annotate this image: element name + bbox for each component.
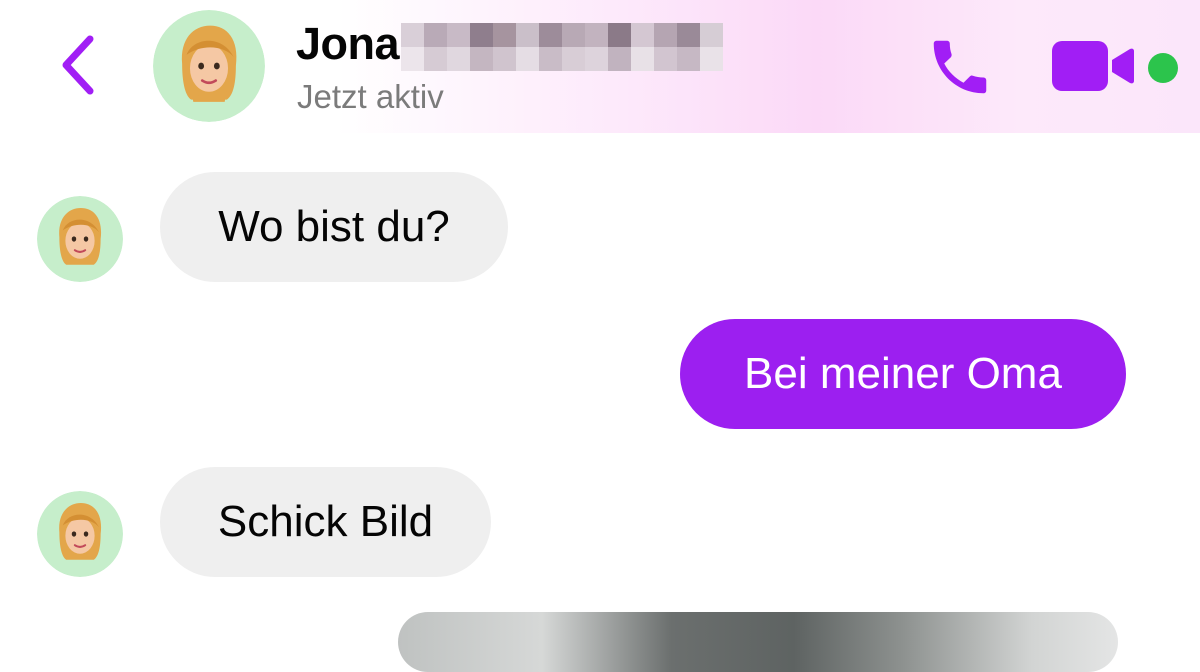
incoming-message-bubble[interactable]: Schick Bild [160, 467, 491, 577]
back-button[interactable] [50, 30, 106, 100]
outgoing-photo-message[interactable] [398, 612, 1118, 672]
video-camera-icon [1052, 41, 1134, 91]
incoming-message-bubble[interactable]: Wo bist du? [160, 172, 508, 282]
chevron-left-icon [62, 35, 94, 95]
contact-avatar[interactable] [153, 10, 265, 122]
memoji-avatar-icon [153, 10, 265, 122]
contact-name: Jona [296, 18, 400, 69]
presence-status: Jetzt aktiv [297, 78, 444, 115]
video-call-button[interactable] [1050, 38, 1136, 94]
phone-icon [933, 40, 987, 94]
contact-name-row[interactable]: Jona [296, 18, 724, 71]
memoji-avatar-icon [37, 491, 123, 577]
name-redaction-blur [401, 23, 724, 71]
voice-call-button[interactable] [924, 32, 996, 102]
chat-header: Jona Jetzt aktiv [0, 0, 1200, 133]
outgoing-message-bubble[interactable]: Bei meiner Oma [680, 319, 1126, 429]
online-indicator [1148, 53, 1178, 83]
sender-avatar[interactable] [37, 196, 123, 282]
sender-avatar[interactable] [37, 491, 123, 577]
memoji-avatar-icon [37, 196, 123, 282]
